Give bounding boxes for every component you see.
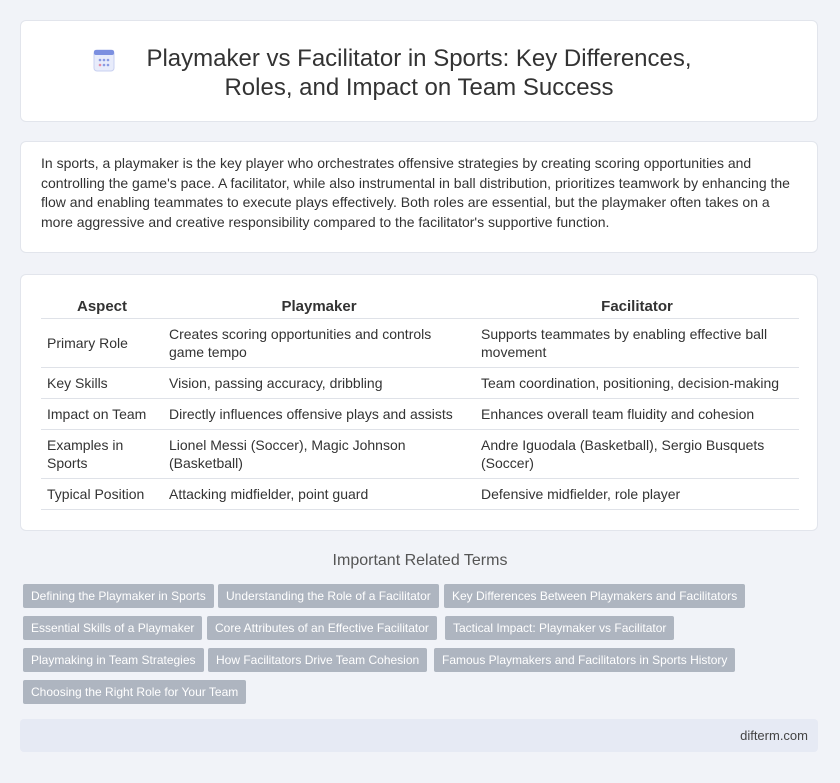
- related-term-tag[interactable]: Playmaking in Team Strategies: [23, 648, 204, 672]
- row-playmaker: Creates scoring opportunities and contro…: [163, 318, 475, 368]
- row-aspect: Key Skills: [41, 367, 163, 399]
- header-aspect: Aspect: [41, 294, 163, 319]
- page-title: Playmaker vs Facilitator in Sports: Key …: [146, 45, 692, 101]
- row-playmaker: Directly influences offensive plays and …: [163, 398, 475, 430]
- row-aspect: Primary Role: [41, 318, 163, 368]
- related-term-tag[interactable]: Key Differences Between Playmakers and F…: [444, 584, 746, 608]
- footer: difterm.com: [20, 719, 818, 752]
- related-term-tag[interactable]: Choosing the Right Role for Your Team: [23, 680, 247, 704]
- related-term-tag[interactable]: Understanding the Role of a Facilitator: [218, 584, 439, 608]
- related-term-tag[interactable]: Tactical Impact: Playmaker vs Facilitato…: [445, 616, 675, 640]
- row-aspect: Examples in Sports: [41, 429, 163, 479]
- row-facilitator: Enhances overall team fluidity and cohes…: [475, 398, 799, 430]
- header-playmaker: Playmaker: [163, 294, 475, 319]
- table-row: Typical Position Attacking midfielder, p…: [41, 478, 799, 510]
- related-term-tag[interactable]: How Facilitators Drive Team Cohesion: [208, 648, 428, 672]
- row-aspect: Typical Position: [41, 478, 163, 510]
- comparison-table: Aspect Playmaker Facilitator Primary Rol…: [41, 294, 799, 510]
- table-row: Examples in Sports Lionel Messi (Soccer)…: [41, 429, 799, 479]
- related-term-tag[interactable]: Core Attributes of an Effective Facilita…: [207, 616, 437, 640]
- row-playmaker: Attacking midfielder, point guard: [163, 478, 475, 510]
- table-row: Primary Role Creates scoring opportuniti…: [41, 318, 799, 368]
- row-playmaker: Lionel Messi (Soccer), Magic Johnson (Ba…: [163, 429, 475, 479]
- header-card: Playmaker vs Facilitator in Sports: Key …: [20, 20, 818, 122]
- row-facilitator: Andre Iguodala (Basketball), Sergio Busq…: [475, 429, 799, 479]
- table-row: Impact on Team Directly influences offen…: [41, 398, 799, 430]
- row-aspect: Impact on Team: [41, 398, 163, 430]
- related-term-tag[interactable]: Defining the Playmaker in Sports: [23, 584, 214, 608]
- row-playmaker: Vision, passing accuracy, dribbling: [163, 367, 475, 399]
- site-link[interactable]: difterm.com: [740, 728, 808, 743]
- intro-card: In sports, a playmaker is the key player…: [20, 141, 818, 253]
- header-facilitator: Facilitator: [475, 294, 799, 319]
- related-term-tag[interactable]: Famous Playmakers and Facilitators in Sp…: [434, 648, 736, 672]
- table-row: Key Skills Vision, passing accuracy, dri…: [41, 367, 799, 399]
- row-facilitator: Team coordination, positioning, decision…: [475, 367, 799, 399]
- comparison-card: Aspect Playmaker Facilitator Primary Rol…: [20, 274, 818, 531]
- row-facilitator: Defensive midfielder, role player: [475, 478, 799, 510]
- row-facilitator: Supports teammates by enabling effective…: [475, 318, 799, 368]
- intro-text: In sports, a playmaker is the key player…: [41, 155, 790, 230]
- related-term-tag[interactable]: Essential Skills of a Playmaker: [23, 616, 203, 640]
- related-terms-title: Important Related Terms: [332, 552, 508, 569]
